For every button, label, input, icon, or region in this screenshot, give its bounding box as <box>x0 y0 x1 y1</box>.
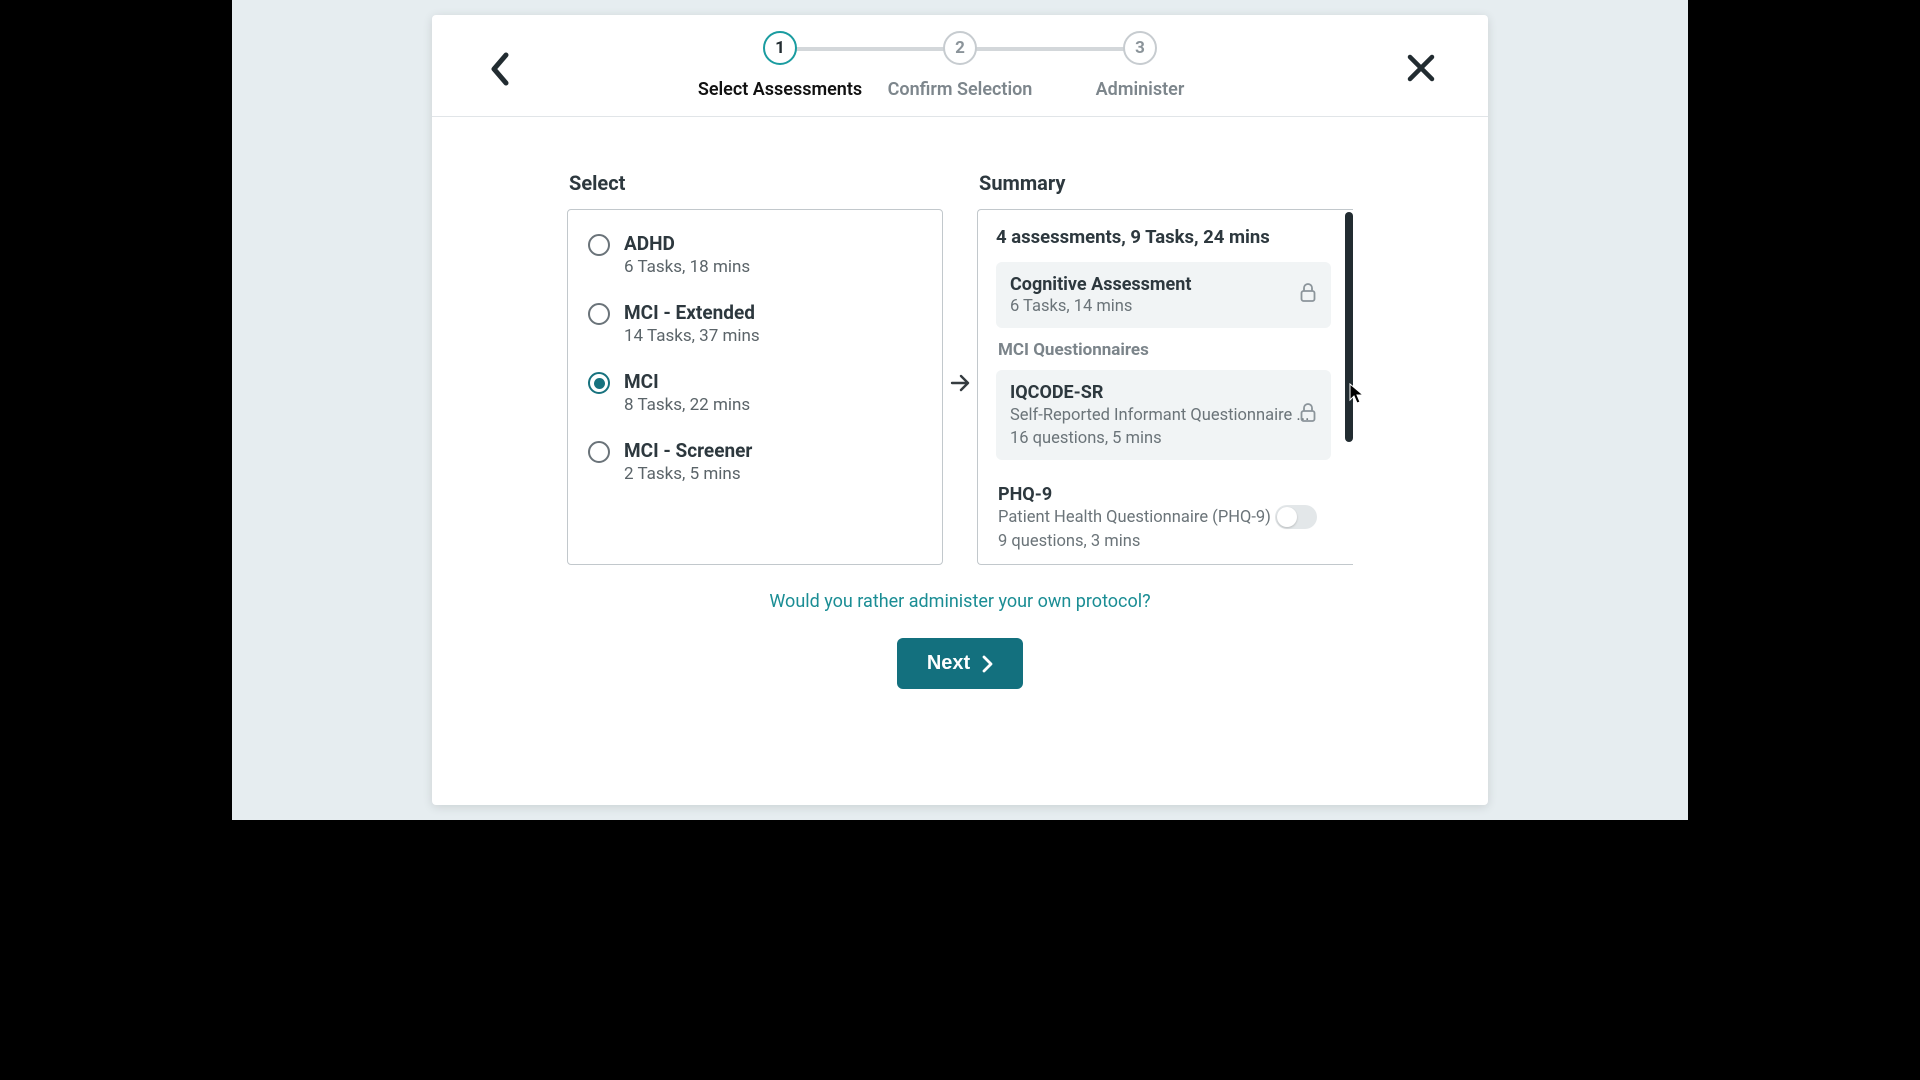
toggle-phq9[interactable] <box>1275 505 1317 529</box>
card-cognitive-assessment[interactable]: Cognitive Assessment 6 Tasks, 14 mins <box>996 262 1331 328</box>
option-title: MCI - Extended <box>624 301 760 324</box>
summary-headline: 4 assessments, 9 Tasks, 24 mins <box>996 226 1331 248</box>
card-title: IQCODE-SR <box>1010 382 1317 403</box>
card-iqcode-sr[interactable]: IQCODE-SR Self-Reported Informant Questi… <box>996 370 1331 460</box>
select-box: ADHD 6 Tasks, 18 mins MCI - Extended 14 … <box>567 209 943 565</box>
close-button[interactable] <box>1406 53 1436 87</box>
step-2[interactable]: 2 Confirm Selection <box>870 31 1050 100</box>
card-sub: 16 questions, 5 mins <box>1010 429 1317 448</box>
option-text: MCI - Screener 2 Tasks, 5 mins <box>624 439 752 484</box>
radio-icon <box>588 441 610 463</box>
step-1-circle: 1 <box>763 31 797 65</box>
card-title: Cognitive Assessment <box>1010 274 1317 295</box>
option-title: ADHD <box>624 232 750 255</box>
panels-row: Select ADHD 6 Tasks, 18 mins <box>492 171 1428 565</box>
card-desc: Self-Reported Informant Questionnaire ..… <box>1010 405 1317 427</box>
scrollbar-thumb[interactable] <box>1345 212 1353 442</box>
option-title: MCI <box>624 370 750 393</box>
option-adhd[interactable]: ADHD 6 Tasks, 18 mins <box>588 232 922 277</box>
step-2-label: Confirm Selection <box>888 79 1033 100</box>
toggle-knob <box>1277 507 1297 527</box>
option-title: MCI - Screener <box>624 439 752 462</box>
step-connector-2-3 <box>976 47 1124 51</box>
section-label-questionnaires: MCI Questionnaires <box>998 340 1331 360</box>
back-button[interactable] <box>488 51 512 91</box>
card-sub: 9 questions, 3 mins <box>998 532 1329 551</box>
radio-icon <box>588 234 610 256</box>
select-panel: Select ADHD 6 Tasks, 18 mins <box>567 171 943 565</box>
option-sub: 8 Tasks, 22 mins <box>624 395 750 415</box>
summary-panel: Summary 4 assessments, 9 Tasks, 24 mins … <box>977 171 1353 565</box>
option-mci[interactable]: MCI 8 Tasks, 22 mins <box>588 370 922 415</box>
lock-icon <box>1299 403 1317 427</box>
summary-scrollbar[interactable] <box>1345 210 1353 564</box>
modal-header: 1 Select Assessments 2 Confirm Selection… <box>432 15 1488 117</box>
option-mci-screener[interactable]: MCI - Screener 2 Tasks, 5 mins <box>588 439 922 484</box>
radio-icon <box>588 303 610 325</box>
step-connector-1-2 <box>796 47 944 51</box>
step-3-label: Administer <box>1096 79 1185 100</box>
assessment-modal: 1 Select Assessments 2 Confirm Selection… <box>432 15 1488 805</box>
lock-icon <box>1299 283 1317 307</box>
step-1[interactable]: 1 Select Assessments <box>690 31 870 100</box>
radio-icon-selected <box>588 372 610 394</box>
chevron-left-icon <box>488 51 512 87</box>
summary-panel-title: Summary <box>977 171 1353 195</box>
option-sub: 2 Tasks, 5 mins <box>624 464 752 484</box>
select-panel-title: Select <box>567 171 943 195</box>
card-title: PHQ-9 <box>998 484 1329 505</box>
step-1-number: 1 <box>775 38 785 58</box>
option-mci-extended[interactable]: MCI - Extended 14 Tasks, 37 mins <box>588 301 922 346</box>
chevron-right-icon <box>982 655 993 673</box>
next-button[interactable]: Next <box>897 638 1023 689</box>
close-icon <box>1406 53 1436 83</box>
option-sub: 14 Tasks, 37 mins <box>624 326 760 346</box>
next-button-label: Next <box>927 652 970 675</box>
option-text: MCI - Extended 14 Tasks, 37 mins <box>624 301 760 346</box>
step-2-number: 2 <box>955 38 965 58</box>
own-protocol-link[interactable]: Would you rather administer your own pro… <box>769 591 1150 612</box>
step-3-circle: 3 <box>1123 31 1157 65</box>
arrow-divider <box>943 205 977 561</box>
step-3-number: 3 <box>1135 38 1145 58</box>
stepper: 1 Select Assessments 2 Confirm Selection… <box>690 31 1230 100</box>
summary-box: 4 assessments, 9 Tasks, 24 mins Cognitiv… <box>977 209 1353 565</box>
summary-content: 4 assessments, 9 Tasks, 24 mins Cognitiv… <box>978 210 1345 564</box>
step-1-label: Select Assessments <box>698 79 862 100</box>
option-text: ADHD 6 Tasks, 18 mins <box>624 232 750 277</box>
arrow-right-icon <box>949 372 971 394</box>
modal-body: Select ADHD 6 Tasks, 18 mins <box>432 117 1488 805</box>
card-phq-9[interactable]: PHQ-9 Patient Health Questionnaire (PHQ-… <box>996 472 1331 562</box>
card-sub: 6 Tasks, 14 mins <box>1010 297 1317 316</box>
option-text: MCI 8 Tasks, 22 mins <box>624 370 750 415</box>
app-background: 1 Select Assessments 2 Confirm Selection… <box>232 0 1688 820</box>
option-sub: 6 Tasks, 18 mins <box>624 257 750 277</box>
step-2-circle: 2 <box>943 31 977 65</box>
step-3[interactable]: 3 Administer <box>1050 31 1230 100</box>
